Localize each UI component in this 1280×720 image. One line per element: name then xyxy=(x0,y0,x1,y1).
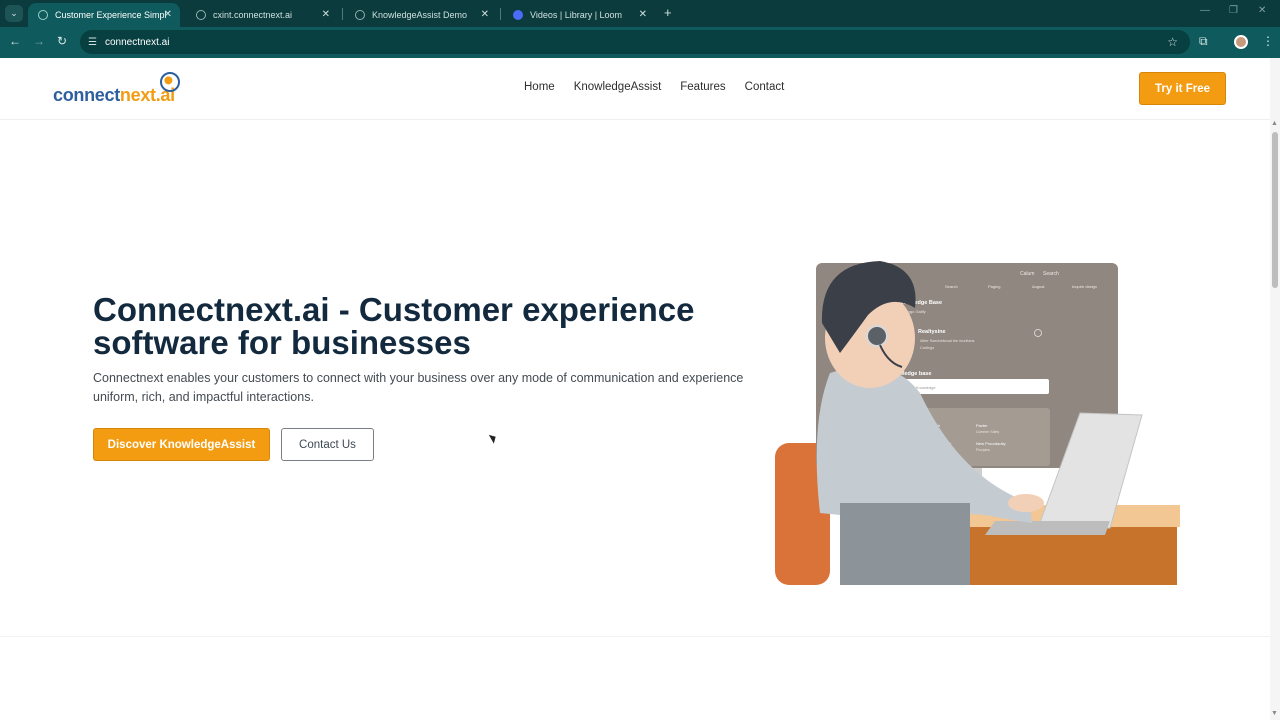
mouse-cursor xyxy=(488,432,499,444)
site-favicon-icon xyxy=(38,10,48,20)
web-page: connectnext.ai Home KnowledgeAssist Feat… xyxy=(0,58,1270,720)
try-it-free-button[interactable]: Try it Free xyxy=(1139,72,1226,105)
tab-title: Videos | Library | Loom xyxy=(530,10,623,20)
screen-top-label-2: Search xyxy=(1043,271,1059,277)
laptop-base xyxy=(985,521,1110,535)
loom-favicon-icon xyxy=(513,10,523,20)
tab-title: KnowledgeAssist Demo xyxy=(372,10,468,20)
site-settings-icon[interactable]: ☰ xyxy=(88,37,97,48)
close-window-icon[interactable]: ✕ xyxy=(1258,5,1266,16)
browser-menu-icon[interactable]: ⋮ xyxy=(1262,34,1274,48)
nav-home[interactable]: Home xyxy=(524,81,555,93)
restore-window-icon[interactable]: ❐ xyxy=(1229,5,1238,16)
close-tab-icon[interactable]: ✕ xyxy=(164,9,172,20)
screen-item-title: Realtysine xyxy=(918,329,946,335)
section-divider xyxy=(0,636,1270,637)
site-header: connectnext.ai Home KnowledgeAssist Feat… xyxy=(0,58,1270,120)
screen-row-1-right: Pazter xyxy=(976,423,988,428)
agent-legs xyxy=(840,503,970,585)
nav-features[interactable]: Features xyxy=(680,81,725,93)
globe-favicon-icon xyxy=(196,10,206,20)
screen-tab-2: Paging xyxy=(988,284,1000,289)
screen-top-label-1: Calum xyxy=(1020,271,1034,277)
nav-contact[interactable]: Contact xyxy=(745,81,785,93)
browser-tab-3[interactable]: KnowledgeAssist Demo ✕ xyxy=(345,3,497,27)
tab-title: cxint.connectnext.ai xyxy=(213,10,293,20)
close-tab-icon[interactable]: ✕ xyxy=(639,9,647,20)
headset-icon xyxy=(866,325,888,347)
screen-tab-4: Inquire design xyxy=(1072,284,1097,289)
screen-item-sub-2: Cartings xyxy=(920,346,934,350)
profile-avatar[interactable] xyxy=(1234,35,1248,49)
url-text: connectnext.ai xyxy=(104,36,170,48)
globe-favicon-icon xyxy=(355,10,365,20)
hero-illustration: Calum Search Search Paging August Inquir… xyxy=(775,261,1180,585)
logo-globe-icon xyxy=(160,72,180,92)
minimize-window-icon[interactable]: — xyxy=(1200,5,1210,16)
browser-tab-4[interactable]: Videos | Library | Loom ✕ xyxy=(503,3,655,27)
screen-row-2-right: New Proordaoity xyxy=(976,441,1006,446)
screen-row-1-right-sub: Commer Sdley xyxy=(976,430,999,434)
close-tab-icon[interactable]: ✕ xyxy=(481,9,489,20)
new-tab-icon[interactable]: + xyxy=(664,5,672,20)
nav-knowledgeassist[interactable]: KnowledgeAssist xyxy=(574,81,662,93)
hero-title: Connectnext.ai - Customer experience sof… xyxy=(93,291,695,361)
agent-hand xyxy=(1008,494,1044,512)
screen-row-2-right-sub: Pincipiss xyxy=(976,448,990,452)
browser-tab-1[interactable]: Customer Experience Simplified ✕ xyxy=(28,3,180,27)
main-nav: Home KnowledgeAssist Features Contact xyxy=(524,81,784,93)
back-arrow-icon[interactable]: ← xyxy=(9,34,21,48)
tab-search-dropdown-icon[interactable]: ⌄ xyxy=(5,5,23,22)
screen-item-sub: Allter Ssenbetional the munitans xyxy=(920,339,975,343)
forward-arrow-icon[interactable]: → xyxy=(33,34,45,48)
extensions-puzzle-icon[interactable]: ⧉ xyxy=(1199,34,1208,49)
scroll-down-icon[interactable]: ▼ xyxy=(1271,710,1278,717)
tab-separator xyxy=(342,8,343,20)
scrollbar-thumb[interactable] xyxy=(1272,132,1278,288)
scroll-up-icon[interactable]: ▲ xyxy=(1271,120,1278,127)
hero-subtitle: Connectnext enables your customers to co… xyxy=(93,371,744,404)
reload-icon[interactable]: ↻ xyxy=(57,34,67,48)
contact-us-button[interactable]: Contact Us xyxy=(281,428,374,461)
screen-tab-3: August xyxy=(1032,284,1045,289)
address-bar[interactable]: ☰ connectnext.ai ☆ xyxy=(80,30,1190,54)
site-logo[interactable]: connectnext.ai xyxy=(53,85,175,106)
close-tab-icon[interactable]: ✕ xyxy=(322,9,330,20)
tab-title: Customer Experience Simplified xyxy=(55,10,167,20)
discover-knowledgeassist-button[interactable]: Discover KnowledgeAssist xyxy=(93,428,270,461)
tab-separator xyxy=(500,8,501,20)
page-scrollbar[interactable]: ▲ ▼ xyxy=(1270,58,1280,720)
browser-tab-2[interactable]: cxint.connectnext.ai ✕ xyxy=(186,3,338,27)
bookmark-star-icon[interactable]: ☆ xyxy=(1167,35,1178,49)
browser-tab-bar: ⌄ Customer Experience Simplified ✕ cxint… xyxy=(0,0,1280,27)
browser-toolbar: ← → ↻ ☰ connectnext.ai ☆ ⧉ ⋮ xyxy=(0,27,1280,58)
logo-text-connect: connect xyxy=(53,85,120,105)
screen-tab-1: Search xyxy=(945,284,958,289)
